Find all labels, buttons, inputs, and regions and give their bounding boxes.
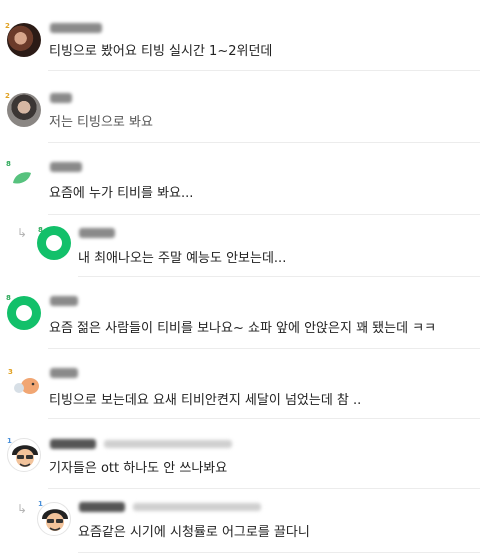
comment-text: 요즘에 누가 티비를 봐요...	[49, 186, 194, 201]
reply-arrow-icon: ↳	[17, 226, 28, 240]
avatar[interactable]	[37, 226, 71, 260]
comment-item: 2 저는 티빙으로 봐요	[0, 70, 480, 143]
author-name-blurred[interactable]	[50, 93, 72, 103]
leaf-icon[interactable]	[12, 170, 32, 190]
comment-text: 요즘 젊은 사람들이 티비를 보나요~ 쇼파 앞에 안앉은지 꽤 됐는데 ㅋㅋ	[49, 321, 437, 336]
level-badge: 2	[5, 92, 10, 100]
comment-text: 기자들은 ott 하나도 안 쓰나봐요	[49, 461, 228, 476]
avatar[interactable]	[37, 502, 71, 536]
reply-arrow-icon: ↳	[17, 502, 28, 516]
reply-item: ↳ 8 내 최애나오는 주말 예능도 안보는데...	[0, 214, 480, 277]
comment-text: 저는 티빙으로 봐요	[49, 115, 153, 130]
divider	[78, 552, 480, 553]
avatar[interactable]	[7, 93, 41, 127]
avatar[interactable]	[7, 296, 41, 330]
comment-text: 요즘같은 시기에 시청률로 어그로를 끌다니	[78, 525, 310, 540]
avatar[interactable]	[7, 438, 41, 472]
comment-item: 2 티빙으로 봤어요 티빙 실시간 1~2위던데	[0, 0, 480, 71]
author-name-blurred[interactable]	[50, 23, 102, 33]
comment-item: 1 기자들은 ott 하나도 안 쓰나봐요	[0, 418, 480, 489]
author-name-blurred[interactable]	[50, 368, 78, 378]
reply-item: ↳ 1 요즘같은 시기에 시청률로 어그로를 끌다니	[0, 488, 480, 554]
author-name-blurred[interactable]	[79, 502, 125, 512]
comment-item: 3 티빙으로 보는데요 요새 티비안켠지 세달이 넘었는데 참 ..	[0, 348, 480, 419]
comment-item: 8 요즘 젊은 사람들이 티비를 보나요~ 쇼파 앞에 안앉은지 꽤 됐는데 ㅋ…	[0, 276, 480, 349]
level-badge: 8	[6, 160, 11, 168]
comment-text: 티빙으로 봤어요 티빙 실시간 1~2위던데	[49, 44, 273, 59]
comment-item: 8 요즘에 누가 티비를 봐요...	[0, 142, 480, 215]
timestamp-blurred	[133, 503, 261, 511]
author-name-blurred[interactable]	[50, 439, 96, 449]
author-name-blurred[interactable]	[79, 228, 115, 238]
avatar[interactable]	[7, 23, 41, 57]
comment-text: 내 최애나오는 주말 예능도 안보는데...	[78, 251, 287, 266]
level-badge: 8	[6, 294, 11, 302]
author-name-blurred[interactable]	[50, 162, 82, 172]
level-badge: 2	[5, 22, 10, 30]
fox-icon[interactable]	[10, 374, 42, 400]
timestamp-blurred	[104, 440, 232, 448]
author-name-blurred[interactable]	[50, 296, 78, 306]
comment-text: 티빙으로 보는데요 요새 티비안켠지 세달이 넘었는데 참 ..	[49, 393, 362, 408]
